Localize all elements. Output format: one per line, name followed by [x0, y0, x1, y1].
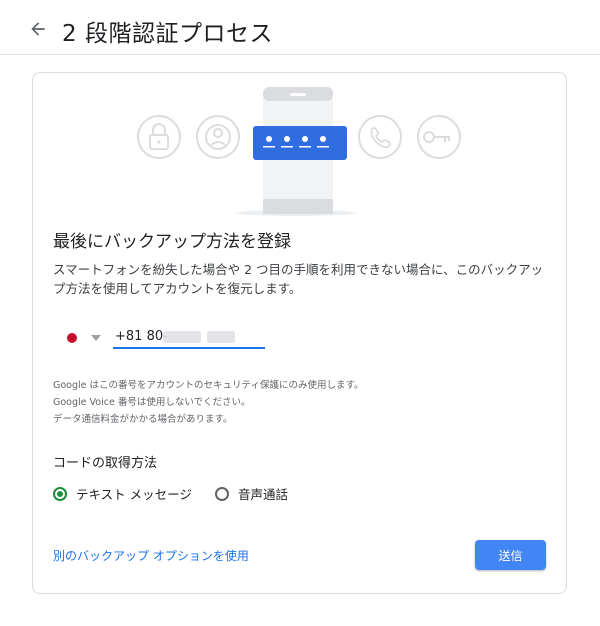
note-line: データ通信料金がかかる場合があります。 — [53, 414, 233, 425]
phone-number-field[interactable] — [113, 327, 265, 351]
radio-text-message[interactable]: テキスト メッセージ — [53, 484, 192, 503]
phone-notes: Google はこの番号をアカウントのセキュリティ保護にのみ使用します。 Goo… — [53, 377, 364, 428]
radio-label-voice-call: 音声通話 — [238, 487, 289, 502]
radio-label-text-message: テキスト メッセージ — [76, 487, 192, 502]
country-dropdown-icon[interactable] — [91, 335, 101, 341]
radio-checked-icon[interactable] — [53, 486, 67, 501]
radio-voice-call[interactable]: 音声通話 — [215, 484, 288, 503]
radio-unchecked-icon[interactable] — [215, 486, 229, 501]
note-line: Google はこの番号をアカウントのセキュリティ保護にのみ使用します。 — [53, 380, 364, 391]
redacted-digits — [207, 331, 235, 343]
lock-icon — [137, 115, 181, 159]
alt-backup-option-link[interactable]: 別のバックアップ オプションを使用 — [53, 547, 249, 564]
code-method-options: テキスト メッセージ 音声通話 — [53, 484, 453, 504]
section-title: 最後にバックアップ方法を登録 — [53, 232, 291, 252]
phone-handset-icon — [358, 115, 402, 159]
arrow-back-icon[interactable] — [28, 19, 48, 39]
section-description: スマートフォンを紛失した場合や 2 つ目の手順を利用できない場合に、このバックア… — [53, 262, 544, 296]
redacted-digits — [163, 331, 201, 343]
account-circle-icon — [196, 115, 240, 159]
setup-card: 最後にバックアップ方法を登録 スマートフォンを紛失した場合や 2 つ目の手順を利… — [32, 72, 567, 594]
japan-flag-icon[interactable] — [67, 333, 77, 343]
page-title: 2 段階認証プロセス — [62, 21, 273, 47]
pin-card — [253, 126, 347, 160]
code-method-title: コードの取得方法 — [53, 456, 158, 471]
note-line: Google Voice 番号は使用しないでください。 — [53, 397, 251, 408]
send-button[interactable]: 送信 — [475, 540, 546, 570]
top-bar: 2 段階認証プロセス — [0, 0, 600, 55]
key-icon — [417, 115, 461, 159]
backup-illustration — [137, 87, 461, 216]
